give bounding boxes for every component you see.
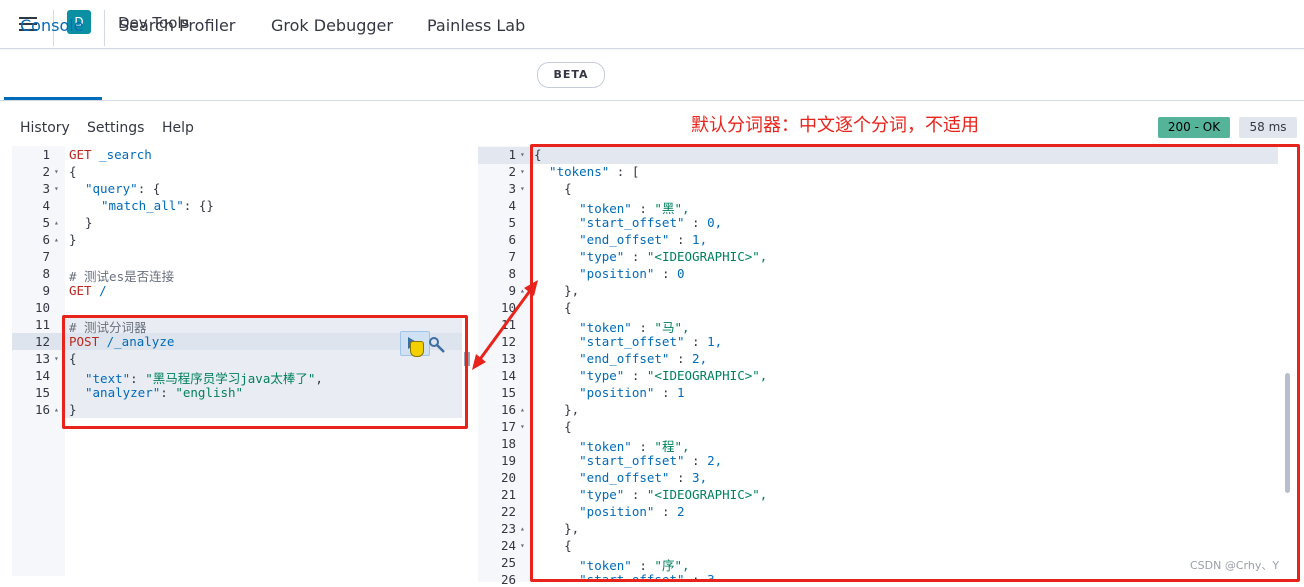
response-highlight-box bbox=[530, 144, 1300, 582]
line-number: 8 bbox=[42, 266, 50, 281]
help-link[interactable]: Help bbox=[162, 120, 194, 136]
fold-toggle-icon[interactable]: ▴ bbox=[54, 218, 59, 227]
line-number: 23 bbox=[500, 521, 516, 536]
fold-toggle-icon[interactable]: ▾ bbox=[520, 167, 525, 176]
response-time-badge: 58 ms bbox=[1239, 117, 1297, 138]
line-number: 16 bbox=[34, 402, 50, 417]
line-number: 5 bbox=[508, 215, 516, 230]
fold-toggle-icon[interactable]: ▴ bbox=[520, 524, 525, 533]
tab-bar bbox=[0, 50, 1304, 101]
line-number: 7 bbox=[42, 249, 50, 264]
code-method: GET bbox=[69, 147, 92, 162]
beta-badge: BETA bbox=[537, 62, 605, 88]
header-divider bbox=[104, 10, 105, 46]
code-key: "match_all" bbox=[101, 198, 184, 213]
fold-toggle-icon[interactable]: ▾ bbox=[520, 150, 525, 159]
line-number: 11 bbox=[34, 317, 50, 332]
line-number: 24 bbox=[500, 538, 516, 553]
line-number: 2 bbox=[508, 164, 516, 179]
line-number: 19 bbox=[500, 453, 516, 468]
line-number: 21 bbox=[500, 487, 516, 502]
code-key: "query" bbox=[85, 181, 138, 196]
code-brace: { bbox=[69, 164, 77, 179]
line-number: 4 bbox=[42, 198, 50, 213]
tab-console[interactable]: Console bbox=[20, 16, 84, 35]
tab-search-profiler[interactable]: Search Profiler bbox=[119, 16, 235, 35]
line-number: 2 bbox=[42, 164, 50, 179]
line-number: 1 bbox=[508, 147, 516, 162]
line-number: 15 bbox=[34, 385, 50, 400]
fold-toggle-icon[interactable]: ▴ bbox=[54, 405, 59, 414]
line-number: 25 bbox=[500, 555, 516, 570]
active-tab-indicator bbox=[4, 97, 102, 100]
line-number: 12 bbox=[34, 334, 50, 349]
code-brace: } bbox=[69, 232, 77, 247]
line-number: 17 bbox=[500, 419, 516, 434]
fold-toggle-icon[interactable]: ▾ bbox=[520, 184, 525, 193]
code-punc: : {} bbox=[183, 198, 214, 213]
fold-toggle-icon[interactable]: ▾ bbox=[520, 422, 525, 431]
double-arrow-icon bbox=[472, 280, 538, 370]
line-number: 26 bbox=[500, 572, 516, 587]
fold-toggle-icon[interactable]: ▾ bbox=[54, 184, 59, 193]
line-number: 18 bbox=[500, 436, 516, 451]
line-number: 6 bbox=[508, 232, 516, 247]
fold-toggle-icon[interactable]: ▾ bbox=[54, 167, 59, 176]
line-number: 7 bbox=[508, 249, 516, 264]
code-path: / bbox=[91, 283, 107, 298]
tab-painless-lab[interactable]: Painless Lab bbox=[427, 16, 525, 35]
settings-link[interactable]: Settings bbox=[87, 120, 144, 136]
code-path: _search bbox=[91, 147, 152, 162]
line-number: 1 bbox=[42, 147, 50, 162]
line-number: 10 bbox=[34, 300, 50, 315]
status-badge: 200 - OK bbox=[1158, 117, 1230, 138]
line-number: 6 bbox=[42, 232, 50, 247]
fold-toggle-icon[interactable]: ▾ bbox=[520, 541, 525, 550]
fold-toggle-icon[interactable]: ▾ bbox=[54, 354, 59, 363]
fold-toggle-icon[interactable]: ▴ bbox=[54, 235, 59, 244]
fold-toggle-icon[interactable]: ▴ bbox=[520, 405, 525, 414]
code-brace: } bbox=[85, 215, 93, 230]
line-number: 3 bbox=[42, 181, 50, 196]
watermark: CSDN @Crhy、Y bbox=[1190, 559, 1280, 572]
line-number: 4 bbox=[508, 198, 516, 213]
line-number: 5 bbox=[42, 215, 50, 230]
annotation-text: 默认分词器：中文逐个分词，不适用 bbox=[691, 115, 979, 136]
code-method: GET bbox=[69, 283, 92, 298]
line-number: 15 bbox=[500, 385, 516, 400]
line-number: 13 bbox=[34, 351, 50, 366]
line-number: 20 bbox=[500, 470, 516, 485]
line-number: 16 bbox=[500, 402, 516, 417]
line-number: 22 bbox=[500, 504, 516, 519]
line-number: 3 bbox=[508, 181, 516, 196]
tab-grok-debugger[interactable]: Grok Debugger bbox=[271, 16, 393, 35]
line-number: 14 bbox=[34, 368, 50, 383]
line-number: 9 bbox=[42, 283, 50, 298]
history-link[interactable]: History bbox=[20, 120, 70, 136]
code-punc: : { bbox=[137, 181, 161, 196]
request-highlight-box bbox=[62, 315, 468, 429]
